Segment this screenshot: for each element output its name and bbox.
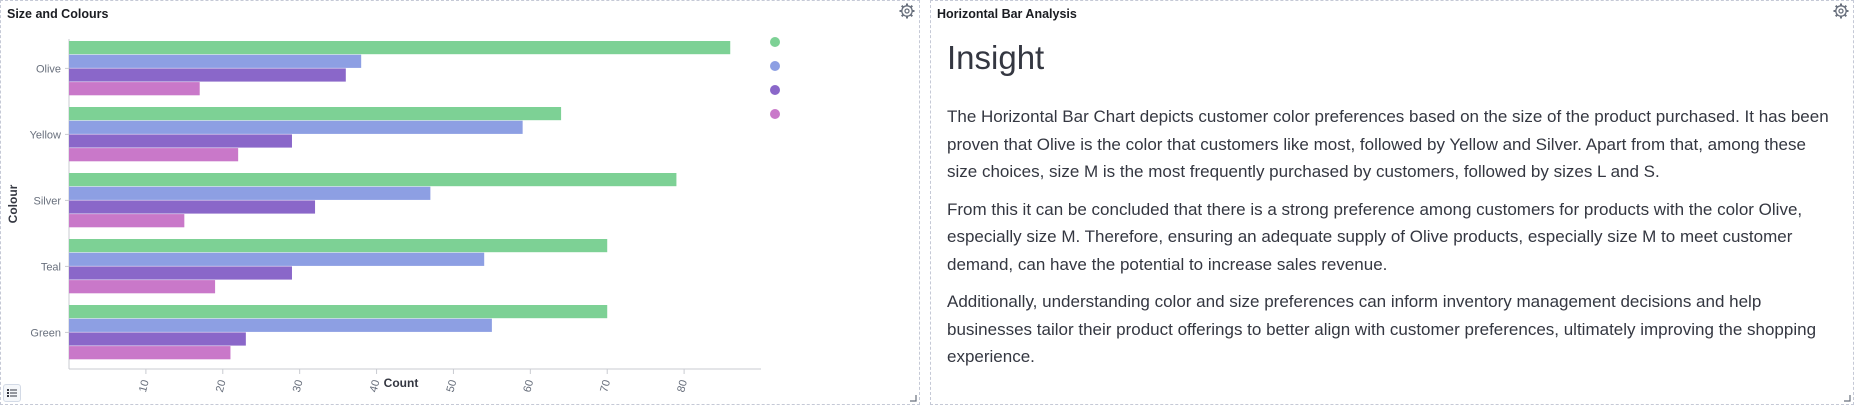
chart-panel: Size and Colours Olive Yellow Silver Teal Gr… [0, 0, 920, 405]
insight-paragraph: The Horizontal Bar Chart depicts custome… [947, 107, 1829, 181]
insight-paragraph: From this it can be concluded that there… [947, 199, 1803, 274]
bar [69, 173, 677, 187]
bar [69, 239, 608, 253]
bar [69, 280, 216, 294]
y-tick-label: Teal [41, 261, 61, 273]
x-tick-label: 10 [137, 379, 152, 394]
bar [69, 305, 608, 319]
x-tick-label: 50 [445, 379, 460, 394]
bar [69, 318, 492, 332]
y-tick-label: Olive [36, 63, 61, 75]
bar [69, 214, 185, 228]
bar [69, 252, 485, 266]
bar [69, 186, 431, 200]
y-axis-title: Colour [6, 184, 20, 223]
x-tick-label: 60 [521, 379, 536, 394]
bar [69, 68, 346, 82]
bar [69, 41, 731, 55]
bar [69, 332, 246, 346]
insight-paragraph: Additionally, understanding color and si… [947, 292, 1817, 366]
bar [69, 346, 231, 360]
legend-swatch [770, 37, 780, 47]
bar [69, 54, 362, 68]
gear-icon[interactable] [898, 2, 916, 20]
bar [69, 266, 292, 280]
bar [69, 82, 200, 96]
legend-swatch [770, 85, 780, 95]
x-tick-label: 20 [214, 379, 229, 394]
bar [69, 134, 292, 148]
panel-title: Horizontal Bar Analysis [937, 7, 1077, 21]
y-tick-label: Yellow [30, 129, 61, 141]
legend-swatch [770, 109, 780, 119]
bar [69, 148, 239, 162]
insight-panel: Horizontal Bar Analysis Insight The Hori… [930, 0, 1854, 405]
bar [69, 107, 562, 121]
y-tick-label: Green [30, 327, 61, 339]
legend-toggle-button[interactable] [3, 384, 21, 402]
bar [69, 200, 316, 214]
x-tick-label: 70 [598, 379, 613, 394]
insight-body: The Horizontal Bar Chart depicts custome… [947, 103, 1837, 381]
x-tick-label: 30 [291, 379, 306, 394]
bar-chart: Olive Yellow Silver Teal Green 10 20 30 40 50 60 70… [6, 37, 780, 394]
resize-handle-icon[interactable] [1843, 394, 1851, 402]
x-axis-title: Count [384, 376, 419, 390]
x-tick-label: 80 [675, 379, 690, 394]
gear-icon[interactable] [1832, 2, 1850, 20]
list-icon [7, 389, 17, 397]
panel-title: Size and Colours [7, 7, 109, 21]
resize-handle-icon[interactable] [909, 394, 917, 402]
insight-heading: Insight [947, 39, 1045, 76]
bar [69, 120, 523, 134]
y-tick-label: Silver [33, 195, 61, 207]
legend-swatch [770, 61, 780, 71]
x-tick-label: 40 [368, 379, 383, 394]
